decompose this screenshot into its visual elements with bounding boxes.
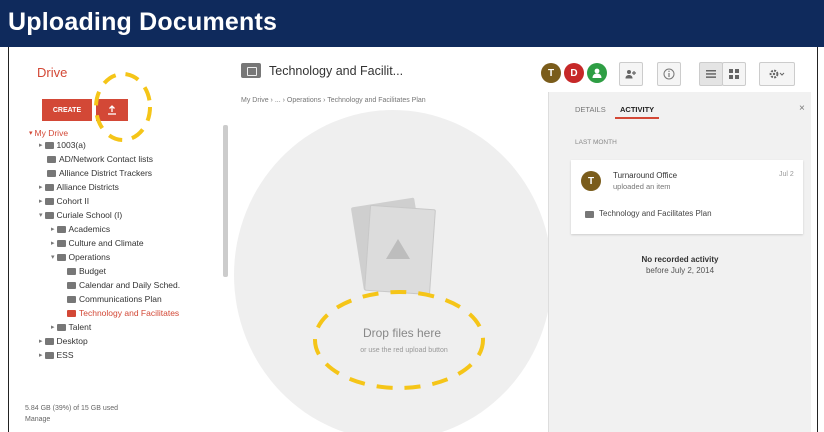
- slide-banner: Uploading Documents: [0, 0, 824, 47]
- highlight-annotations: [94, 72, 485, 390]
- upload-highlight-ring: [94, 72, 152, 142]
- drop-highlight-ring: [313, 290, 485, 390]
- slide-title: Uploading Documents: [8, 8, 278, 36]
- drive-window: Drive Technology and Facilit... T D My D…: [8, 47, 818, 432]
